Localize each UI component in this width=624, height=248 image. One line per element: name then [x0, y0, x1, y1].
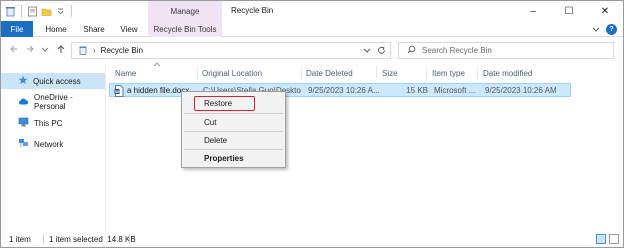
sidebar-item-label: Network [34, 139, 64, 149]
status-separator [43, 234, 44, 244]
sidebar-item-onedrive[interactable]: OneDrive - Personal [1, 93, 105, 111]
new-folder-icon[interactable] [41, 6, 52, 17]
properties-icon[interactable] [27, 6, 38, 17]
date-modified: 9/25/2023 10:26 AM [485, 86, 557, 95]
table-row[interactable]: W a hidden file.docx C:\Users\Stella Guo… [109, 83, 571, 97]
status-separator [129, 234, 130, 244]
column-header-date-modified[interactable]: Date modified [483, 66, 532, 80]
computer-icon [18, 117, 29, 129]
search-box[interactable]: Search Recycle Bin [398, 42, 614, 59]
column-separator[interactable] [477, 67, 478, 79]
column-separator[interactable] [197, 67, 198, 79]
svg-text:W: W [115, 89, 119, 94]
sidebar-item-network[interactable]: Network [1, 136, 105, 152]
close-button[interactable]: ✕ [587, 1, 623, 21]
sidebar-item-label: Quick access [33, 76, 81, 86]
column-header-label: Size [382, 68, 398, 78]
sidebar-item-label: This PC [34, 118, 63, 128]
menu-separator [184, 131, 283, 132]
item-type: Microsoft ... [434, 86, 476, 95]
maximize-button[interactable]: ☐ [551, 1, 587, 21]
ribbon-right-controls: ? [592, 24, 617, 35]
column-header-label: Name [115, 68, 137, 78]
customize-qat-icon[interactable] [55, 6, 66, 17]
address-bar[interactable]: › Recycle Bin [71, 42, 391, 59]
minimize-button[interactable]: – [515, 1, 551, 21]
sidebar-item-quick-access[interactable]: Quick access [1, 73, 105, 89]
title-bar: Manage Recycle Bin – ☐ ✕ [1, 1, 623, 21]
back-arrow-icon[interactable] [9, 44, 19, 57]
menu-item-properties[interactable]: Properties [182, 151, 285, 166]
navigation-bar: › Recycle Bin Search Recycle Bin [1, 37, 623, 63]
column-header-size[interactable]: Size [382, 66, 398, 80]
menu-item-delete[interactable]: Delete [182, 133, 285, 148]
column-header-date-deleted[interactable]: Date Deleted [306, 66, 353, 80]
column-header-original-location[interactable]: Original Location [202, 66, 262, 80]
details-view-icon[interactable] [596, 234, 606, 244]
column-separator[interactable] [301, 67, 302, 79]
forward-arrow-icon[interactable] [25, 44, 35, 57]
column-header-label: Item type [432, 68, 465, 78]
status-bar: 1 item 1 item selected 14.8 KB [1, 231, 623, 247]
word-document-icon: W [114, 85, 124, 99]
column-header-name[interactable]: Name [115, 66, 136, 80]
quick-access-toolbar [5, 5, 74, 17]
window-title: Recycle Bin [231, 6, 274, 15]
recent-locations-icon[interactable] [41, 44, 49, 57]
search-input[interactable]: Search Recycle Bin [422, 46, 492, 55]
tab-recycle-bin-tools[interactable]: Recycle Bin Tools [148, 21, 222, 37]
qat-separator [71, 5, 72, 17]
refresh-icon[interactable] [377, 46, 386, 57]
item-count: 1 item [9, 235, 31, 244]
help-icon[interactable]: ? [606, 24, 617, 35]
sidebar-item-this-pc[interactable]: This PC [1, 115, 105, 131]
file-size: 15 KB [406, 86, 428, 95]
qat-separator [21, 5, 22, 17]
recycle-bin-icon [78, 45, 88, 57]
cloud-icon [18, 97, 29, 108]
selection-info: 1 item selected 14.8 KB [49, 235, 136, 244]
view-toggle [596, 234, 619, 244]
column-header-item-type[interactable]: Item type [432, 66, 465, 80]
breadcrumb-chevron-icon[interactable]: › [93, 46, 96, 55]
tab-share[interactable]: Share [79, 21, 109, 37]
column-header-label: Date modified [483, 68, 533, 78]
navigation-pane: Quick access OneDrive - Personal This PC… [1, 63, 105, 231]
star-icon [18, 75, 28, 87]
column-separator[interactable] [426, 67, 427, 79]
address-bar-controls [363, 46, 386, 57]
address-dropdown-icon[interactable] [363, 46, 371, 57]
expand-ribbon-icon[interactable] [592, 25, 600, 35]
sort-up-icon [153, 62, 161, 69]
manage-contextual-tab[interactable]: Manage [148, 1, 222, 21]
tab-file[interactable]: File [1, 21, 33, 37]
large-icons-view-icon[interactable] [609, 234, 619, 244]
ribbon-tabs: File Home Share View Recycle Bin Tools ? [1, 21, 623, 37]
explorer-window: Manage Recycle Bin – ☐ ✕ File Home Share… [0, 0, 624, 248]
window-controls: – ☐ ✕ [515, 1, 623, 21]
network-icon [18, 138, 29, 150]
menu-item-cut[interactable]: Cut [182, 115, 285, 130]
context-menu: Restore Cut Delete Properties [181, 91, 286, 168]
tab-view[interactable]: View [114, 21, 144, 37]
recycle-bin-app-icon [5, 6, 16, 17]
search-icon [407, 45, 416, 56]
date-deleted: 9/25/2023 10:26 A... [308, 86, 380, 95]
column-header-label: Original Location [202, 68, 263, 78]
menu-separator [184, 113, 283, 114]
sidebar-item-label: OneDrive - Personal [34, 93, 73, 111]
restore-highlight-box [194, 96, 255, 111]
breadcrumb[interactable]: Recycle Bin [101, 46, 143, 55]
column-header-label: Date Deleted [306, 68, 353, 78]
tab-home[interactable]: Home [41, 21, 71, 37]
column-separator[interactable] [376, 67, 377, 79]
up-arrow-icon[interactable] [56, 44, 66, 57]
menu-separator [184, 149, 283, 150]
